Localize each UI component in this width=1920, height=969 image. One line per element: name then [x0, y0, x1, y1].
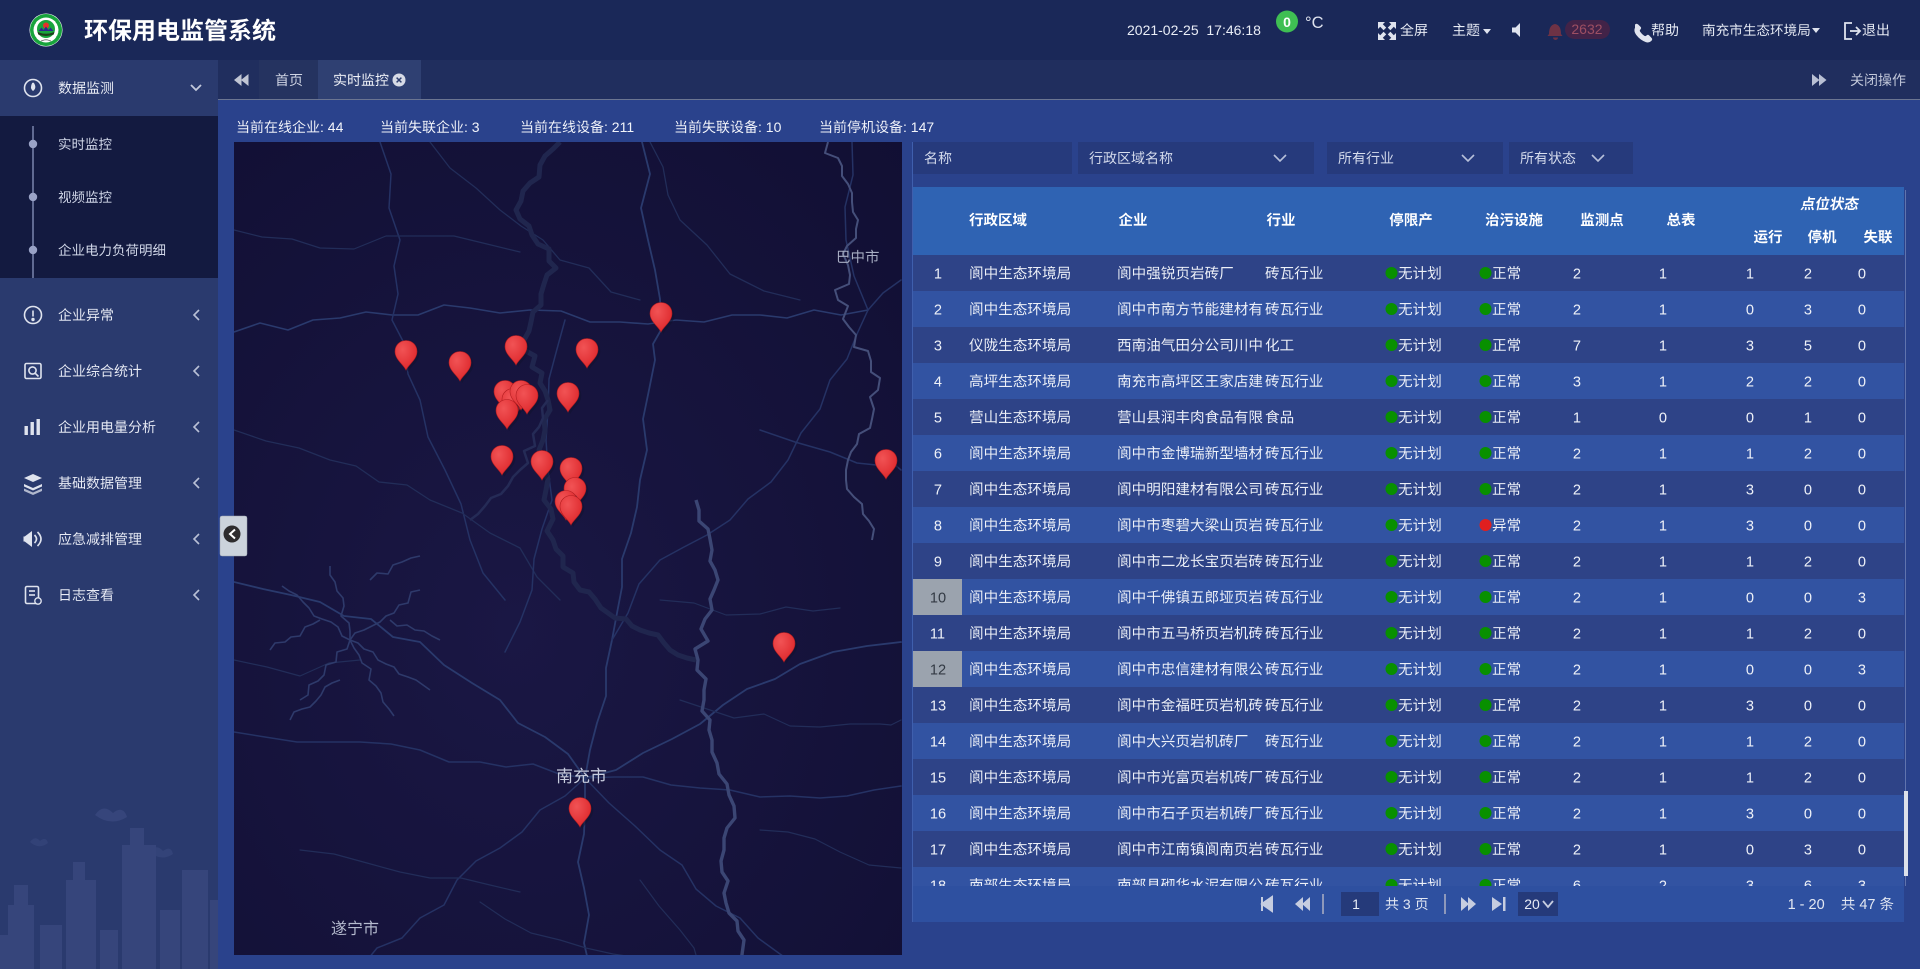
svg-text:0: 0 [1283, 14, 1291, 30]
svg-text:3: 3 [1399, 896, 1415, 912]
svg-text:: 147: : 147 [903, 119, 934, 135]
svg-text:: 3: : 3 [464, 119, 480, 135]
svg-text:: 10: : 10 [758, 119, 782, 135]
svg-text:2021-02-25 17:46:18: 2021-02-25 17:46:18 [1127, 22, 1261, 38]
svg-text:2632: 2632 [1571, 21, 1602, 37]
svg-text:: 211: : 211 [604, 119, 634, 135]
svg-text:20: 20 [1524, 896, 1540, 912]
svg-text:47: 47 [1855, 897, 1879, 913]
svg-text:°C: °C [1305, 14, 1324, 32]
svg-text:1 - 20: 1 - 20 [1788, 897, 1841, 913]
svg-text:: 44: : 44 [320, 119, 344, 135]
svg-text:1: 1 [1352, 896, 1360, 912]
